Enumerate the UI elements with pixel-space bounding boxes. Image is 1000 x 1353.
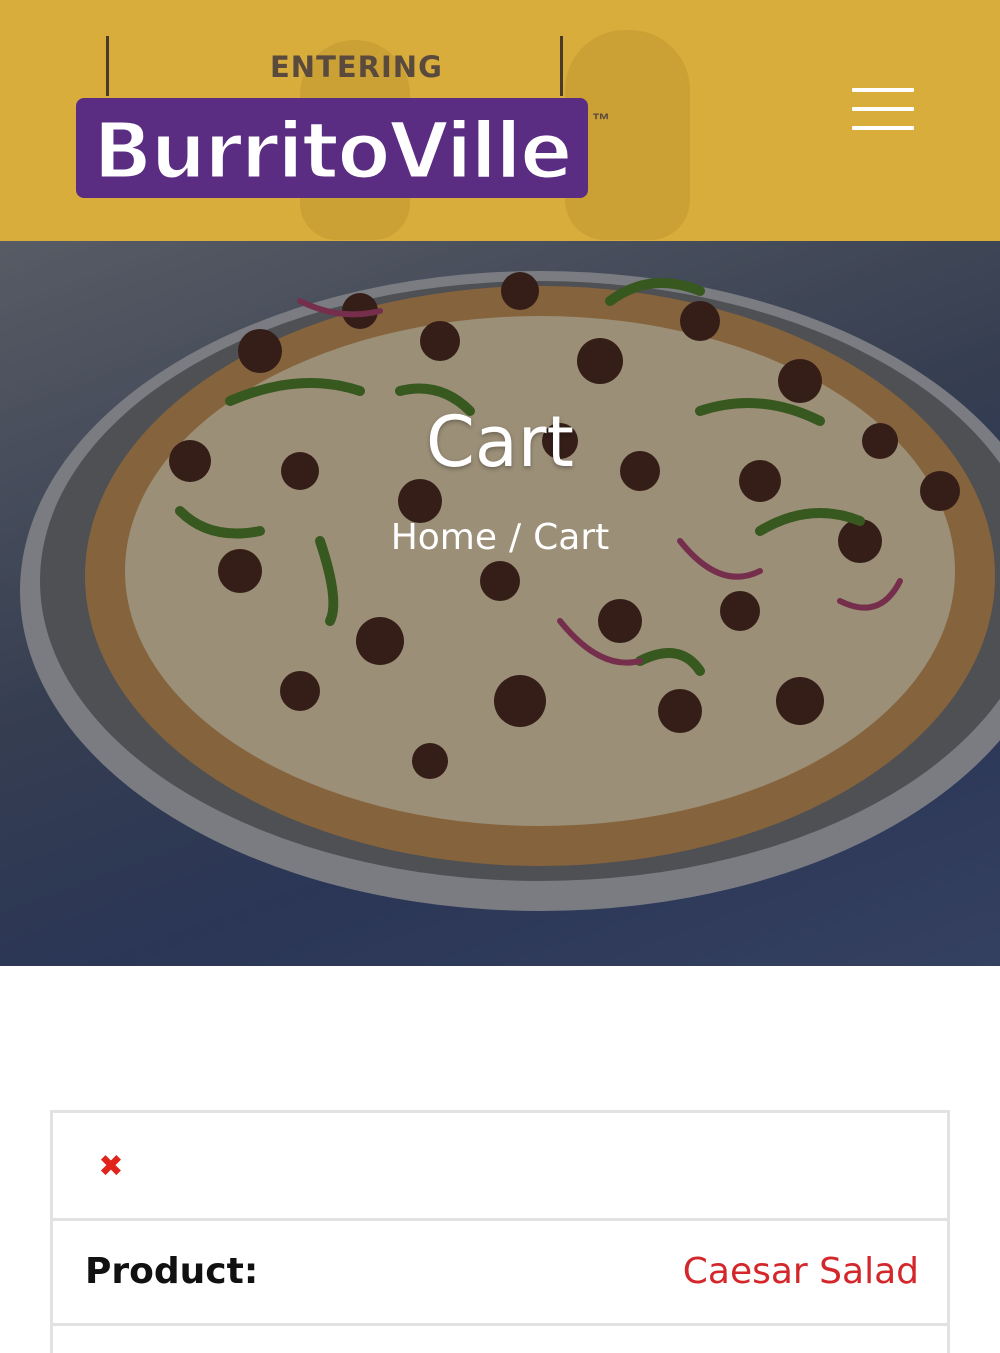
logo-brand-text: BurritoVille (93, 107, 571, 197)
product-name-link[interactable]: Caesar Salad (683, 1251, 919, 1292)
cart-remove-row: ✖ (53, 1113, 947, 1221)
product-label: Product: (85, 1251, 259, 1292)
sign-post (560, 36, 563, 96)
menu-button[interactable] (852, 86, 914, 132)
cart-product-row: Product: Caesar Salad (53, 1221, 947, 1326)
logo-entering-text: ENTERING (270, 50, 443, 84)
logo-wordmark: BurritoVille (76, 98, 588, 199)
site-logo[interactable]: ENTERING BurritoVille ™ (72, 36, 632, 206)
sign-post (106, 36, 109, 96)
breadcrumb-separator: / (509, 517, 522, 558)
site-header: ENTERING BurritoVille ™ (0, 0, 1000, 241)
cart-table: ✖ Product: Caesar Salad (50, 1110, 950, 1353)
trademark-symbol: ™ (592, 110, 610, 130)
breadcrumb-current: Cart (533, 517, 610, 558)
breadcrumb: Home / Cart (0, 517, 1000, 558)
page-title: Cart (426, 401, 574, 483)
hero-banner: Cart Home / Cart (0, 241, 1000, 966)
hero-overlay (0, 241, 1000, 966)
close-icon[interactable]: ✖ (97, 1152, 125, 1182)
breadcrumb-home-link[interactable]: Home (391, 517, 497, 558)
